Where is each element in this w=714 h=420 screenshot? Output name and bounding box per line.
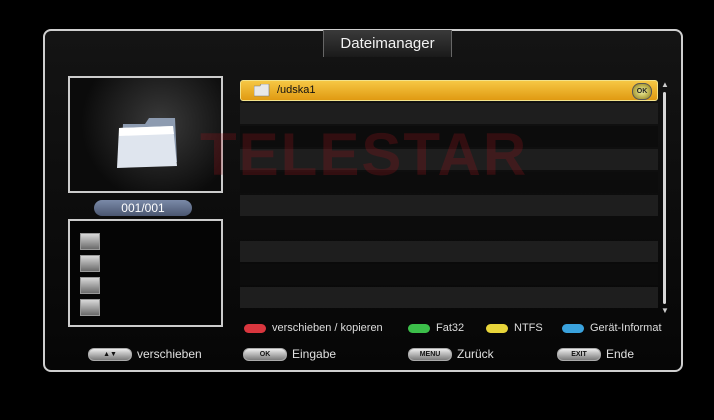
- color-key-legend: verschieben / kopieren Fat32 NTFS Gerät-…: [244, 321, 674, 335]
- list-item[interactable]: [240, 218, 658, 239]
- page-title: Dateimanager: [323, 30, 452, 57]
- exit-hint-label: Ende: [606, 347, 635, 361]
- watermark: TELESTAR: [200, 121, 529, 188]
- list-item[interactable]: [240, 195, 658, 216]
- scroll-up-icon[interactable]: ▲: [661, 80, 669, 89]
- yellow-key-label: NTFS: [514, 322, 543, 334]
- enter-hint[interactable]: OK Eingabe: [243, 345, 336, 363]
- list-item-selected[interactable]: /udska1 OK: [240, 80, 658, 101]
- button-hint-bar: ▲▼ verschieben OK Eingabe MENU Zurück EXIT E…: [0, 345, 714, 363]
- folder-icon: [254, 84, 270, 97]
- yellow-button-icon: [486, 323, 508, 333]
- blue-key-label: Gerät-Informat: [590, 322, 662, 334]
- blue-key[interactable]: Gerät-Informat: [562, 321, 662, 335]
- user-icon[interactable]: [80, 255, 100, 272]
- ok-key-icon: OK: [243, 348, 287, 362]
- scroll-down-icon[interactable]: ▼: [661, 306, 669, 315]
- menu-key-icon: MENU: [408, 348, 452, 362]
- back-hint-label: Zurück: [457, 347, 494, 361]
- hdd-icon[interactable]: [80, 233, 100, 250]
- green-button-icon: [408, 323, 430, 333]
- back-hint[interactable]: MENU Zurück: [408, 345, 494, 363]
- exit-hint[interactable]: EXIT Ende: [557, 345, 634, 363]
- green-key-label: Fat32: [436, 322, 465, 334]
- folder-icon: [117, 118, 177, 168]
- file-list: /udska1 OK: [240, 80, 658, 317]
- list-item[interactable]: [240, 241, 658, 262]
- red-button-icon: [244, 323, 266, 333]
- move-hint-label: verschieben: [137, 347, 202, 361]
- blue-button-icon: [562, 323, 584, 333]
- list-item-label: /udska1: [277, 84, 316, 96]
- ok-icon: OK: [632, 83, 652, 100]
- enter-hint-label: Eingabe: [292, 347, 337, 361]
- scroll-track[interactable]: [663, 92, 666, 304]
- list-item[interactable]: [240, 264, 658, 285]
- device-panel: [68, 219, 223, 327]
- red-key-label: verschieben / kopieren: [272, 322, 383, 334]
- green-key[interactable]: Fat32: [408, 321, 464, 335]
- exit-key-icon: EXIT: [557, 348, 601, 362]
- updown-key-icon: ▲▼: [88, 348, 132, 362]
- file-counter: 001/001: [94, 200, 192, 216]
- network-icon[interactable]: [80, 299, 100, 316]
- monitor-icon[interactable]: [80, 277, 100, 294]
- list-item[interactable]: [240, 287, 658, 308]
- yellow-key[interactable]: NTFS: [486, 321, 543, 335]
- scrollbar[interactable]: ▲ ▼: [661, 80, 669, 317]
- move-hint[interactable]: ▲▼ verschieben: [88, 345, 202, 363]
- red-key[interactable]: verschieben / kopieren: [244, 321, 383, 335]
